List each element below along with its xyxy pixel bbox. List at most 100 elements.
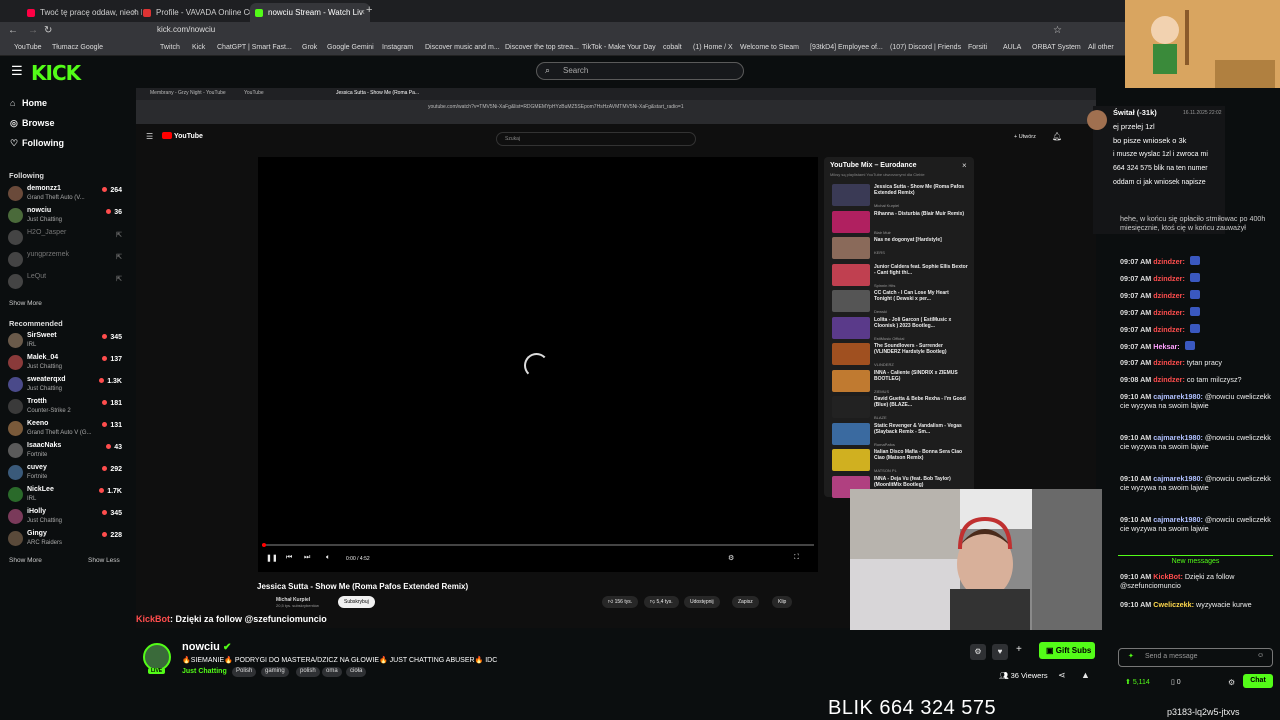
add-icon[interactable]: + [1016,644,1022,655]
channel-game: IRL [27,496,37,502]
bookmark-item[interactable]: Kick [192,44,205,51]
browser-tab-active[interactable]: nowciu Stream - Watch Liv × [250,3,370,22]
share-icon[interactable]: ⋖ [1058,670,1066,681]
mix-author: Michał Kurpiel [874,203,900,208]
follow-heart-icon[interactable]: ♥ [992,644,1008,660]
sidebar-channel[interactable]: Trotth Counter-Strike 2 181 [8,397,124,418]
settings-icon[interactable]: ⚙ [1228,678,1235,687]
close-tab-icon[interactable]: × [360,7,365,17]
search-input[interactable]: ⌕ Search [536,62,744,80]
viewer-count: 137 [102,356,122,363]
chat-input[interactable]: ✦ Send a message ☺ [1118,648,1273,667]
chat-username[interactable]: KickBot: [1153,572,1183,581]
kick-logo[interactable]: KICK [31,61,81,85]
show-less-recommended[interactable]: Show Less [88,557,120,564]
avatar [8,487,23,502]
chat-username[interactable]: cajmarek1980: [1153,392,1203,401]
sidebar-channel[interactable]: Gingy ARC Raiders 228 [8,529,124,550]
stream-tag[interactable]: oma [322,667,342,677]
chat-username[interactable]: Cweliczekk: [1153,600,1194,609]
chat-message: 09:07 AM dzindzer: [1120,290,1275,300]
bookmark-item[interactable]: Tłumacz Google [52,44,103,51]
streamer-avatar[interactable] [143,643,171,671]
bookmark-item[interactable]: ORBAT System [1032,44,1081,51]
gift-icon[interactable]: ⚙ [970,644,986,660]
show-more-recommended[interactable]: Show More [9,557,42,564]
sidebar-channel[interactable]: NickLee IRL 1.7K [8,485,124,506]
chat-username[interactable]: dzindzer: [1153,375,1185,384]
bookmark-item[interactable]: ChatGPT | Smart Fast... [217,44,292,51]
bookmark-item[interactable]: Welcome to Steam [740,44,799,51]
bookmark-item[interactable]: Twitch [160,44,180,51]
show-more-following[interactable]: Show More [9,300,42,307]
sidebar-channel[interactable]: Malek_04 Just Chatting 137 [8,353,124,374]
sidebar-channel[interactable]: cuvey Fortnite 292 [8,463,124,484]
menu-icon[interactable]: ☰ [11,63,23,79]
bookmark-item[interactable]: Forsiti [968,44,987,51]
youtube-logo: YouTube [162,132,203,140]
url-field[interactable]: kick.com/nowciu [157,25,215,34]
sidebar-channel[interactable]: iHolly Just Chatting 345 [8,507,124,528]
chat-username[interactable]: cajmarek1980: [1153,515,1203,524]
sidebar-channel[interactable]: demonzz1 Grand Theft Auto (V... 264 [8,184,124,205]
chat-username[interactable]: dzindzer: [1153,358,1185,367]
chat-username[interactable]: dzindzer: [1153,325,1185,334]
back-icon[interactable]: ← [8,25,18,36]
nav-browse[interactable]: ◎ Browse [10,118,55,129]
bookmark-item[interactable]: All other [1088,44,1114,51]
sidebar-channel[interactable]: LeQut ⇱ [8,272,124,293]
bookmark-item[interactable]: [93tkD4] Employee of... [810,44,883,51]
emoji-icon[interactable]: ☺ [1257,652,1264,659]
report-icon[interactable]: ▲ [1081,670,1090,680]
bookmark-item[interactable]: Grok [302,44,317,51]
chat-time: 09:07 AM [1120,358,1152,367]
stream-tag[interactable]: gaming [261,667,289,677]
forward-icon[interactable]: → [28,25,38,36]
sidebar-channel[interactable]: sweaterqxd Just Chatting 1.3K [8,375,124,396]
sidebar-channel[interactable]: IsaacNaks Fortnite 43 [8,441,124,462]
chat-username[interactable]: cajmarek1980: [1153,433,1203,442]
chat-username[interactable]: cajmarek1980: [1153,474,1203,483]
nav-following[interactable]: ♡ Following [10,138,64,149]
chat-username[interactable]: Heksar: [1153,342,1179,351]
bookmark-item[interactable]: Google Gemini [327,44,374,51]
gift-subs-button[interactable]: ▣ Gift Subs [1039,642,1095,659]
stream-tag[interactable]: polish [296,667,320,677]
chat-username[interactable]: dzindzer: [1153,291,1185,300]
emote-icon[interactable]: ✦ [1128,652,1134,660]
bookmark-item[interactable]: Discover music and m... [425,44,500,51]
chat-send-button[interactable]: Chat [1243,674,1273,688]
bookmark-item[interactable]: YouTube [14,44,42,51]
bookmark-item[interactable]: AULA [1003,44,1021,51]
points-display[interactable]: ⬆ 5,114 [1125,678,1150,686]
chat-username[interactable]: dzindzer: [1153,257,1185,266]
stream-category[interactable]: Just Chatting [182,668,227,675]
channel-game: Just Chatting [27,386,63,392]
browser-tab[interactable]: Profile - VAVADA Online Casino× [138,3,258,22]
bookmark-item[interactable]: (1) Home / X [693,44,733,51]
chat-username[interactable]: dzindzer: [1153,274,1185,283]
bookmark-item[interactable]: cobalt [663,44,682,51]
stream-tag[interactable]: cioła [346,667,367,677]
bookmark-item[interactable]: TikTok - Make Your Day [582,44,656,51]
reload-icon[interactable]: ↻ [44,25,52,36]
chat-username[interactable]: dzindzer: [1153,308,1185,317]
channel-name: demonzz1 [27,185,61,192]
sidebar-channel[interactable]: Keeno Grand Theft Auto V (G... 131 [8,419,124,440]
bookmark-star-icon[interactable]: ☆ [1053,25,1062,36]
sidebar-channel[interactable]: H2O_Jasper ⇱ [8,228,124,249]
sidebar-channel[interactable]: SirSweet IRL 345 [8,331,124,352]
nav-home[interactable]: ⌂ Home [10,98,47,108]
close-tab-icon[interactable]: × [132,7,137,17]
bookmark-item[interactable]: Instagram [382,44,413,51]
bookmark-item[interactable]: Discover the top strea... [505,44,579,51]
new-tab-icon[interactable]: + [366,4,372,16]
chat-message: 09:10 AM cajmarek1980: @nowciu cweliczek… [1120,392,1275,410]
bookmark-item[interactable]: (107) Discord | Friends [890,44,961,51]
stream-tag[interactable]: Polish [232,667,257,677]
sidebar-channel[interactable]: nowciu Just Chatting 36 [8,206,124,227]
sidebar-channel[interactable]: yungprzemek ⇱ [8,250,124,271]
new-messages-divider[interactable]: New messages [1118,555,1273,565]
browser-tab[interactable]: Twoć tę pracę oddaw, niech bu × [22,3,142,22]
streamer-name[interactable]: nowciu ✔ [182,641,231,653]
